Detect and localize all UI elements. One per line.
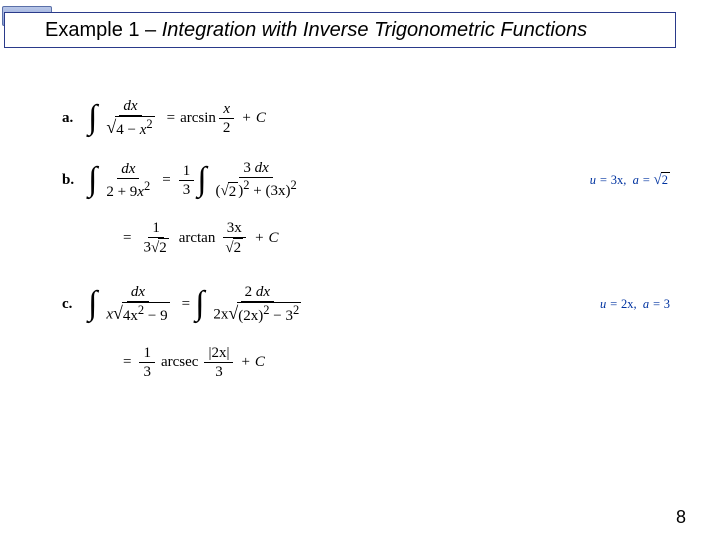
title-italic: Integration with Inverse Trigonometric F… xyxy=(162,19,587,41)
integral-icon: ∫ xyxy=(197,166,206,193)
eq-b-rhs1: 1 3 ∫ 3 dx (√2)2 + (3x)2 xyxy=(176,159,304,201)
eq-b-lhs: ∫ dx 2 + 9x2 xyxy=(88,160,157,201)
eq-a-lhs: ∫ dx √4 − x2 xyxy=(88,97,162,139)
content-area: a. ∫ dx √4 − x2 = arcsin x 2 + C b. ∫ xyxy=(62,96,670,398)
eq-c-lhs: ∫ dx x√4x2 − 9 xyxy=(88,283,177,325)
equation-b-line1: b. ∫ dx 2 + 9x2 = 1 3 ∫ 3 dx (√2)2 + (3x… xyxy=(62,158,670,202)
equation-c-line1: c. ∫ dx x√4x2 − 9 = ∫ 2 dx 2x√(2x)2 − 32… xyxy=(62,282,670,326)
eq-b-rhs2: 1 3√2 arctan 3x √2 + C xyxy=(136,219,278,257)
note-c: u = 2x, a = 3 xyxy=(570,297,670,312)
label-c: c. xyxy=(62,296,88,313)
integral-icon: ∫ xyxy=(195,290,204,317)
eq-c-rhs1: ∫ 2 dx 2x√(2x)2 − 32 xyxy=(195,283,308,325)
note-b: u = 3x, a = √2 xyxy=(560,172,670,189)
eq-c-rhs2: 1 3 arcsec |2x| 3 + C xyxy=(136,344,264,381)
integral-icon: ∫ xyxy=(88,104,97,131)
integral-icon: ∫ xyxy=(88,166,97,193)
page-title: Example 1 – Integration with Inverse Tri… xyxy=(45,19,587,42)
title-prefix: Example 1 – xyxy=(45,19,162,41)
equation-b-line2: = 1 3√2 arctan 3x √2 + C xyxy=(118,216,670,260)
title-box: Example 1 – Integration with Inverse Tri… xyxy=(4,12,676,48)
page-number: 8 xyxy=(676,507,686,528)
label-a: a. xyxy=(62,110,88,127)
title-bar: Example 1 – Integration with Inverse Tri… xyxy=(0,6,720,52)
integral-icon: ∫ xyxy=(88,290,97,317)
equation-c-line2: = 1 3 arcsec |2x| 3 + C xyxy=(118,340,670,384)
label-b: b. xyxy=(62,172,88,189)
equation-a: a. ∫ dx √4 − x2 = arcsin x 2 + C xyxy=(62,96,670,140)
eq-a-rhs: arcsin x 2 + C xyxy=(180,100,266,137)
